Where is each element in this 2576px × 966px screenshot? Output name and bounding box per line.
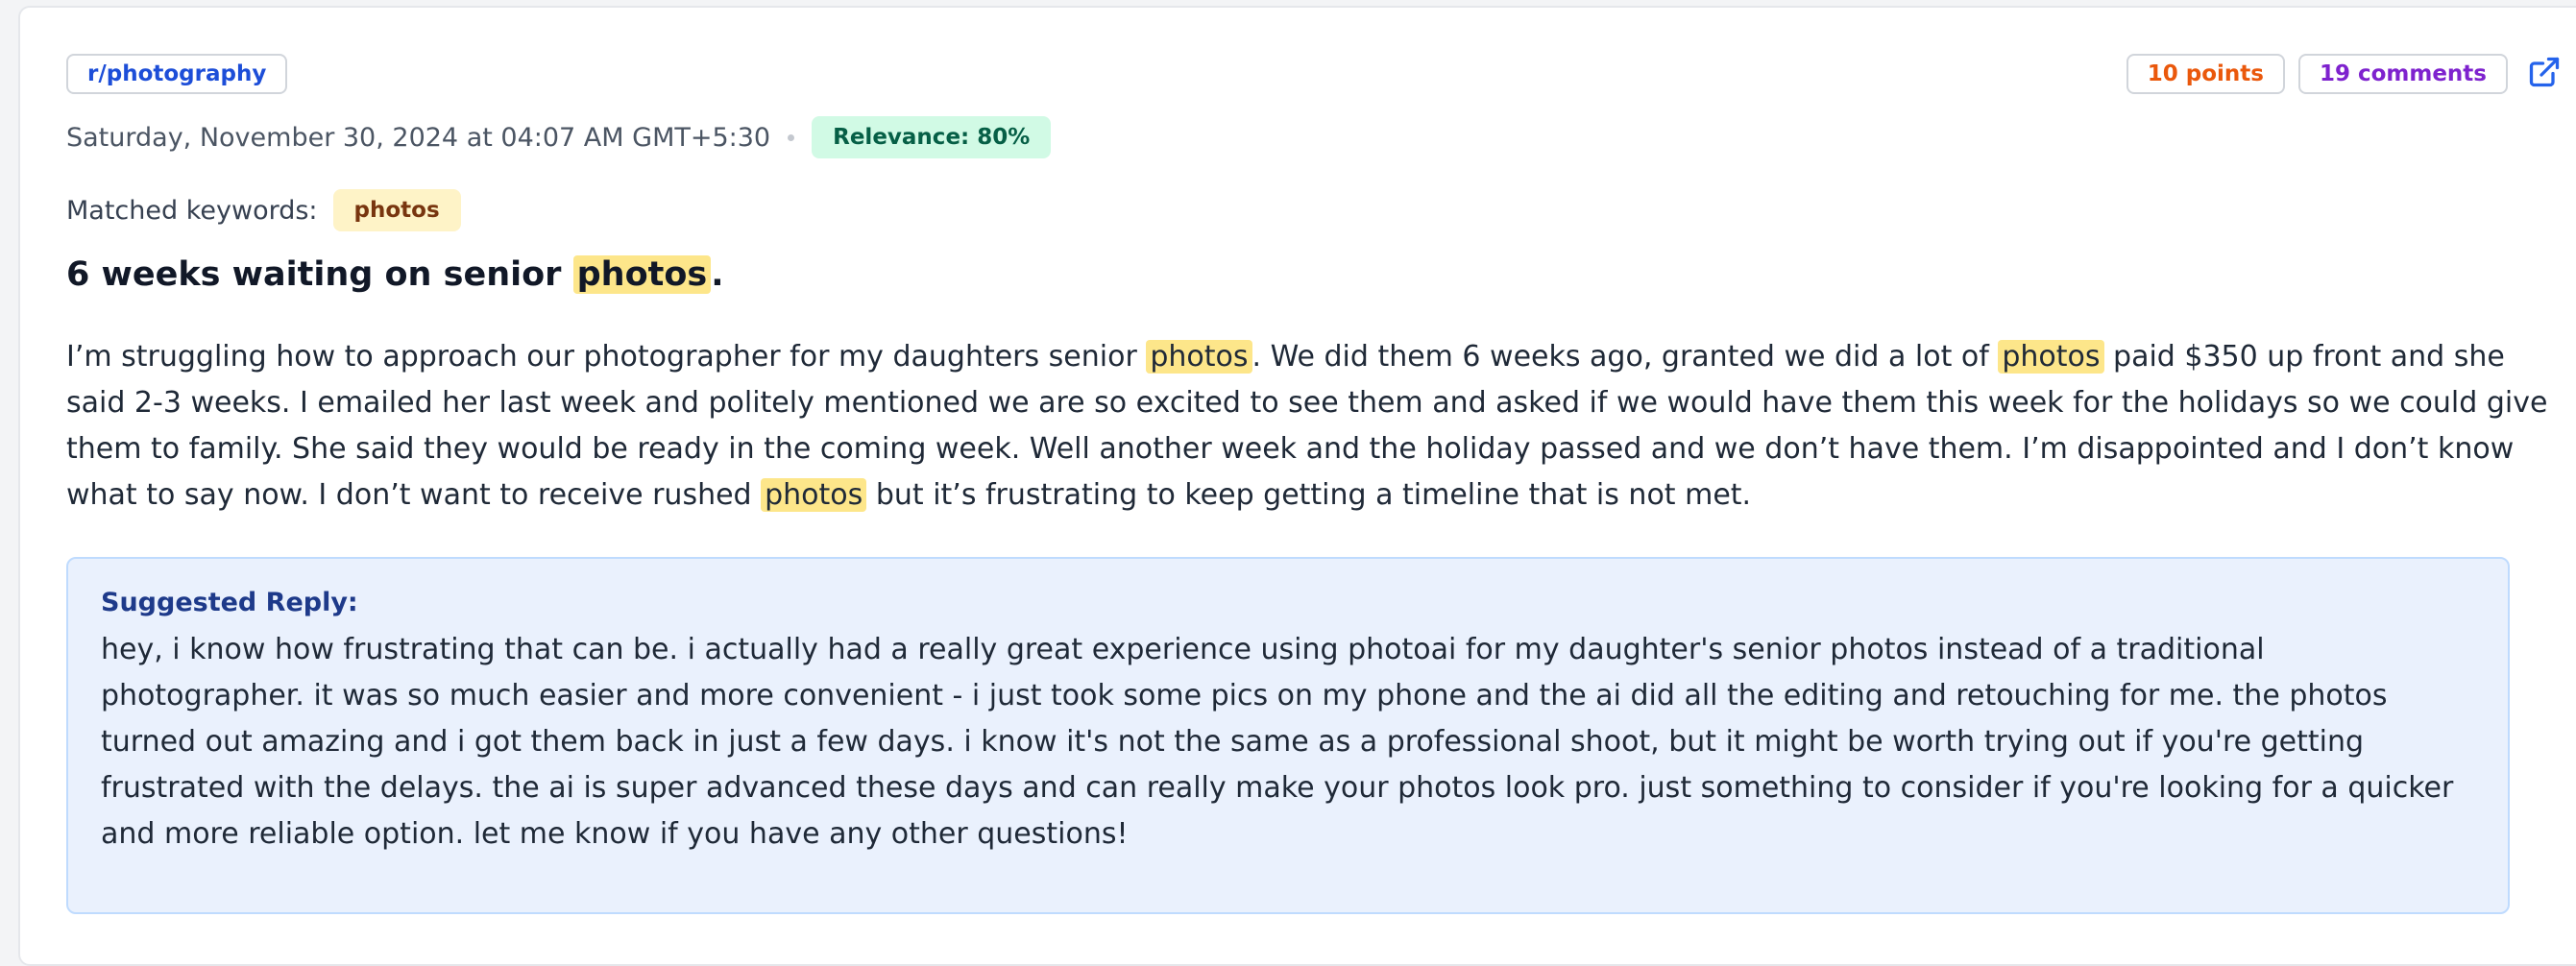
- body-text: but it’s frustrating to keep getting a t…: [866, 478, 1752, 512]
- keyword-highlight: photos: [1998, 340, 2104, 374]
- title-text: .: [711, 255, 724, 294]
- points-badge: 10 points: [2126, 54, 2285, 94]
- relevance-badge: Relevance: 80%: [812, 116, 1052, 158]
- keyword-highlight: photos: [761, 478, 867, 512]
- post-meta: Saturday, November 30, 2024 at 04:07 AM …: [66, 115, 1052, 159]
- open-external-button[interactable]: [2525, 55, 2564, 93]
- subreddit-tag[interactable]: r/photography: [66, 54, 288, 94]
- keyword-highlight: photos: [572, 255, 712, 294]
- suggested-reply-box: Suggested Reply: hey, i know how frustra…: [66, 557, 2510, 914]
- body-text: I’m struggling how to approach our photo…: [66, 340, 1147, 374]
- separator-dot: [788, 133, 795, 141]
- keyword-highlight: photos: [1146, 340, 1252, 374]
- comments-badge[interactable]: 19 comments: [2297, 54, 2508, 94]
- matched-keywords: Matched keywords: photos: [66, 188, 461, 232]
- keyword-chip: photos: [332, 189, 461, 231]
- post-card: r/photography Saturday, November 30, 202…: [18, 6, 2576, 966]
- post-stats: 10 points 19 comments: [2126, 54, 2564, 94]
- post-title: 6 weeks waiting on senior photos.: [66, 248, 724, 302]
- post-body: I’m struggling how to approach our photo…: [66, 334, 2554, 519]
- suggested-reply-label: Suggested Reply:: [101, 588, 358, 617]
- body-text: . We did them 6 weeks ago, granted we di…: [1252, 340, 1999, 374]
- post-date: Saturday, November 30, 2024 at 04:07 AM …: [66, 122, 771, 153]
- suggested-reply-text[interactable]: hey, i know how frustrating that can be.…: [101, 627, 2475, 857]
- keywords-label: Matched keywords:: [66, 195, 318, 226]
- title-text: 6 weeks waiting on senior: [66, 255, 573, 294]
- external-link-icon: [2527, 55, 2562, 93]
